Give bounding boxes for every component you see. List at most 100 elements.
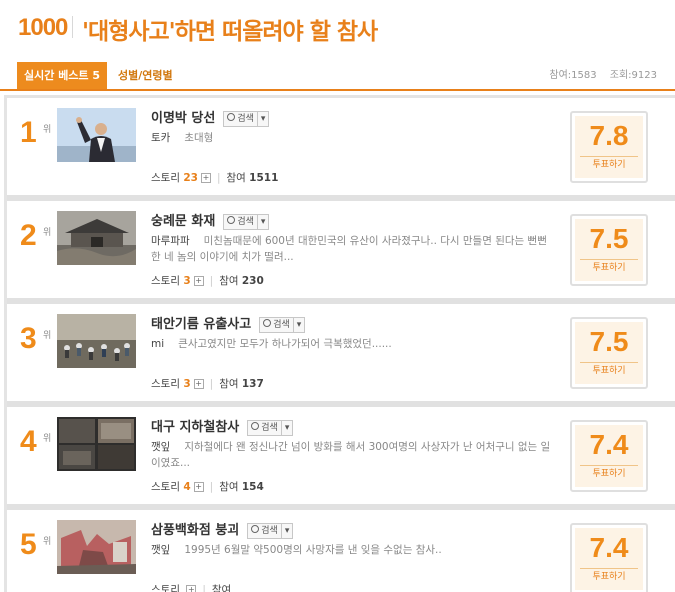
ranking-item: 1 위 이명박 당선 검색 ▾ 토카 초대형 스토리 23 + | 참여 1511 <box>7 98 675 201</box>
participants-label: 참여 <box>219 481 239 493</box>
ranking-item: 3 위 태안기름 유출사고 검색 ▾ mi 큰사고였지만 모두가 하나가되어 극복했었… <box>7 304 675 407</box>
dropdown-arrow-icon[interactable]: ▾ <box>256 111 269 126</box>
search-label: 검색 <box>237 113 254 124</box>
ranking-list: 1 위 이명박 당선 검색 ▾ 토카 초대형 스토리 23 + | 참여 1511 <box>4 95 675 592</box>
vote-button[interactable]: 투표하기 <box>580 156 638 174</box>
item-title-text: 삼풍백화점 붕괴 <box>151 523 240 538</box>
dropdown-arrow-icon[interactable]: ▾ <box>280 420 293 435</box>
beach-volunteers-icon[interactable] <box>57 314 136 368</box>
stats: 참여:1583 조회:9123 <box>539 62 657 89</box>
participants-count: 154 <box>241 481 264 493</box>
magnifier-icon <box>227 112 236 121</box>
vote-button[interactable]: 투표하기 <box>580 465 638 483</box>
rank-suffix: 위 <box>43 228 52 238</box>
score-box: 7.4 투표하기 <box>570 420 648 492</box>
tab-realtime-best[interactable]: 실시간 베스트 5 <box>17 62 108 89</box>
burned-subway-icon[interactable] <box>57 417 136 471</box>
rank-number: 4 <box>20 425 37 458</box>
rank-number: 1 <box>20 116 37 149</box>
item-title[interactable]: 대구 지하철참사 검색 ▾ <box>151 416 294 436</box>
item-author[interactable]: 깻잎 <box>151 441 170 453</box>
item-description: 깻잎 1995년 6월말 약500명의 사망자를 낸 잊을 수없는 참사.. <box>151 542 551 558</box>
participants-label: 참여 <box>226 172 246 184</box>
search-label: 검색 <box>261 422 278 433</box>
item-title[interactable]: 삼풍백화점 붕괴 검색 ▾ <box>151 519 294 539</box>
plus-icon[interactable]: + <box>193 482 204 492</box>
plus-icon[interactable]: + <box>200 173 211 183</box>
views-stat: 조회:9123 <box>609 70 657 81</box>
item-title-text: 이명박 당선 <box>151 111 216 126</box>
story-count[interactable]: 23 <box>183 172 198 184</box>
burned-gate-icon[interactable] <box>57 211 136 265</box>
item-title[interactable]: 이명박 당선 검색 ▾ <box>151 107 270 127</box>
story-count[interactable]: 4 <box>183 481 190 493</box>
item-author[interactable]: 토카 <box>151 132 170 144</box>
meta-divider: | <box>209 275 214 287</box>
story-label: 스토리 <box>151 275 180 287</box>
participants-label: 참여 <box>219 275 239 287</box>
participants-label: 참여 <box>219 378 239 390</box>
tab-gender-age[interactable]: 성별/연령별 <box>118 62 173 89</box>
collapsed-building-icon[interactable] <box>57 520 136 574</box>
plus-icon[interactable]: + <box>193 276 204 286</box>
tab-bar: 실시간 베스트 5 성별/연령별 참여:1583 조회:9123 <box>0 62 675 91</box>
vote-button[interactable]: 투표하기 <box>580 568 638 586</box>
item-author[interactable]: 깻잎 <box>151 544 170 556</box>
magnifier-icon <box>227 215 236 224</box>
item-title-text: 숭례문 화재 <box>151 214 216 229</box>
item-text: 지하철에다 왠 정신나간 넘이 방화를 해서 300여명의 사상자가 난 어처구… <box>151 441 551 469</box>
page-header: 1000 '대형사고'하면 떠올려야 할 참사 <box>0 0 675 56</box>
story-label: 스토리 <box>151 584 180 592</box>
dropdown-arrow-icon[interactable]: ▾ <box>256 214 269 229</box>
rank-number: 5 <box>20 528 37 561</box>
story-label: 스토리 <box>151 481 180 493</box>
vote-button[interactable]: 투표하기 <box>580 362 638 380</box>
item-author[interactable]: 마루파파 <box>151 235 190 247</box>
story-count[interactable]: 3 <box>183 378 190 390</box>
item-title-text: 대구 지하철참사 <box>151 420 240 435</box>
item-description: 토카 초대형 <box>151 130 551 146</box>
person-raising-arm-icon[interactable] <box>57 108 136 162</box>
search-label: 검색 <box>261 525 278 536</box>
item-title[interactable]: 숭례문 화재 검색 ▾ <box>151 210 270 230</box>
vote-button[interactable]: 투표하기 <box>580 259 638 277</box>
score-box: 7.5 투표하기 <box>570 214 648 286</box>
item-meta: 스토리 3 + | 참여 230 <box>151 273 264 288</box>
story-count[interactable]: 3 <box>183 275 190 287</box>
search-button[interactable]: 검색 ▾ <box>223 213 270 230</box>
score-box: 7.5 투표하기 <box>570 317 648 389</box>
score-value: 7.8 <box>589 120 629 151</box>
page-title: '대형사고'하면 떠올려야 할 참사 <box>82 19 378 45</box>
meta-divider: | <box>202 584 206 592</box>
search-button[interactable]: 검색 ▾ <box>247 522 294 539</box>
ranking-item: 4 위 대구 지하철참사 검색 ▾ 깻잎 지하철에다 왠 정신나간 넘이 방화를 해서… <box>7 407 675 510</box>
title-divider <box>72 16 73 38</box>
search-button[interactable]: 검색 ▾ <box>223 110 270 127</box>
dropdown-arrow-icon[interactable]: ▾ <box>292 317 305 332</box>
item-meta: 스토리 + | 참여 <box>151 582 231 592</box>
magnifier-icon <box>263 318 272 327</box>
item-description: 마루파파 미친놈때문에 600년 대한민국의 유산이 사라졌구나.. 다시 만들면… <box>151 233 551 265</box>
plus-icon[interactable]: + <box>193 379 204 389</box>
item-title[interactable]: 태안기름 유출사고 검색 ▾ <box>151 313 306 333</box>
story-label: 스토리 <box>151 378 180 390</box>
magnifier-icon <box>251 421 260 430</box>
rank-suffix: 위 <box>43 537 52 547</box>
story-label: 스토리 <box>151 172 180 184</box>
item-meta: 스토리 4 + | 참여 154 <box>151 479 264 494</box>
item-meta: 스토리 3 + | 참여 137 <box>151 376 264 391</box>
rank-number: 3 <box>20 322 37 355</box>
search-button[interactable]: 검색 ▾ <box>259 316 306 333</box>
item-author[interactable]: mi <box>151 338 164 350</box>
search-button[interactable]: 검색 ▾ <box>247 419 294 436</box>
participants-count: 137 <box>241 378 264 390</box>
logo[interactable]: 1000 <box>18 14 68 42</box>
dropdown-arrow-icon[interactable]: ▾ <box>280 523 293 538</box>
item-text: 미친놈때문에 600년 대한민국의 유산이 사라졌구나.. 다시 만들면 된다는… <box>151 235 547 263</box>
meta-divider: | <box>216 172 221 184</box>
participants-label: 참여 <box>211 584 232 592</box>
score-value: 7.5 <box>589 326 629 357</box>
rank-suffix: 위 <box>43 331 52 341</box>
item-text: 초대형 <box>184 132 214 144</box>
score-value: 7.5 <box>589 223 629 254</box>
